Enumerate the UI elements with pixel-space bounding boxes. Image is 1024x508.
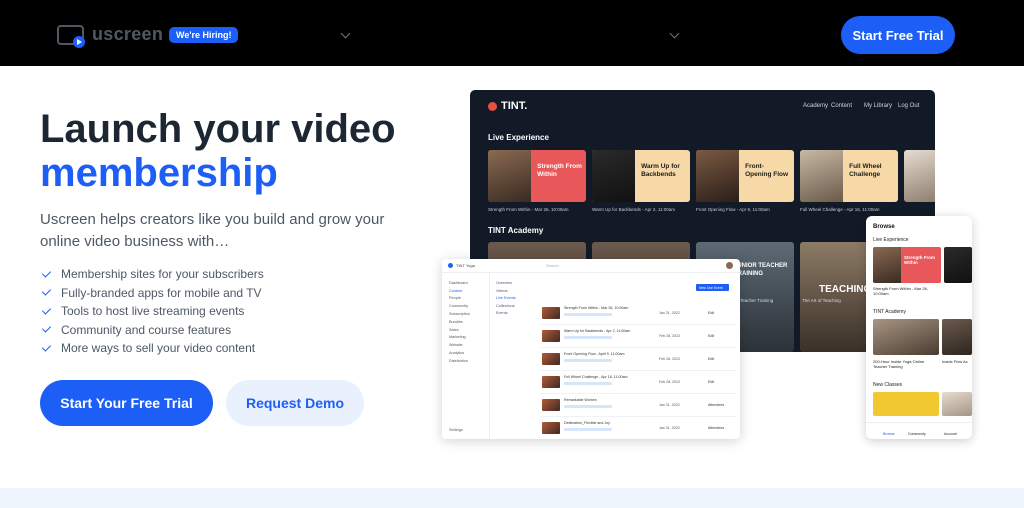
table-row: Remarkable Women Jan 31, 2022 Attendees [540, 394, 736, 417]
subnav-item: Overview [496, 281, 512, 285]
start-free-trial-button[interactable]: Start Free Trial [841, 16, 955, 54]
sidebar-item: Community [449, 304, 469, 309]
phone-new-class-card [942, 392, 972, 416]
table-row: Strength From Within - Mar 26, 10:00am Ja… [540, 302, 736, 325]
phone-browse-heading: Browse [873, 224, 895, 230]
sidebar-item: Analytics [449, 351, 465, 356]
admin-sidebar: Dashboard Content People Community Subsc… [442, 273, 490, 439]
hero-subtitle: Uscreen helps creators like you build an… [40, 211, 385, 250]
tint-logo-icon [488, 101, 497, 111]
phone-tabbar: Browse Community Account [866, 422, 972, 439]
phone-live-card [944, 247, 972, 283]
phone-tab: Browse [883, 432, 895, 436]
admin-topbar: TINT Yoga Search [442, 259, 740, 273]
check-icon [41, 323, 52, 333]
next-section-band [0, 488, 1024, 508]
table-row: Full Wheel Challenge - Apr 16, 11:00am Fe… [540, 371, 736, 394]
mock-nav-logout: Log Out [898, 103, 920, 109]
sidebar-item: Marketing [449, 335, 466, 340]
live-card-caption: Strength From Within - Mar 26, 10:00am [488, 207, 569, 212]
phone-new-class-card [873, 392, 939, 416]
phone-academy-card [942, 319, 972, 355]
phone-live-card: Strength From Within [873, 247, 941, 283]
subnav-item: Live Events [496, 296, 516, 301]
subnav-item: Videos [496, 288, 508, 293]
check-icon [41, 268, 52, 278]
logo-icon [57, 24, 85, 48]
admin-subnav: Overview Videos Live Events Collections … [496, 281, 516, 319]
live-card-caption: Warm Up for Backbends - Apr 2, 11:00am [592, 207, 676, 212]
phone-tab: Community [908, 432, 926, 436]
check-icon [41, 342, 52, 352]
live-experience-heading: Live Experience [488, 133, 549, 142]
brand-name: uscreen [92, 24, 164, 44]
live-card [904, 150, 935, 202]
phone-academy-card [873, 319, 939, 355]
new-live-event-button: New Live Event [696, 284, 729, 291]
live-card-caption: Full Wheel Challenge - Apr 16, 11:00am [800, 207, 880, 212]
tint-logo: TINT. [488, 100, 527, 112]
feature-item: Tools to host live streaming events [40, 302, 264, 321]
check-icon [41, 305, 52, 315]
junior-teacher-overlay: JUNIOR TEACHER TRAINING [734, 263, 788, 277]
mock-nav-library: My Library [864, 103, 893, 109]
chevron-down-icon[interactable] [340, 28, 351, 39]
admin-logo-icon [448, 263, 453, 268]
feature-item: Community and course features [40, 321, 264, 340]
sidebar-item: Sales [449, 327, 459, 332]
top-nav: uscreen We're Hiring! Start Free Trial [0, 0, 1024, 66]
sidebar-item: Distribution [449, 358, 468, 363]
academy-heading: TINT Academy [488, 226, 544, 235]
teaching-overlay: TEACHING [819, 284, 872, 295]
sidebar-item: Subscription [449, 312, 470, 317]
feature-list: Membership sites for your subscribers Fu… [40, 265, 264, 358]
mock-nav-content: Content [831, 103, 853, 109]
feature-item: Fully-branded apps for mobile and TV [40, 284, 264, 303]
mock-nav-academy: Academy [803, 103, 829, 109]
academy-caption: The Art of Teaching [802, 298, 841, 303]
hero-title-highlight: membership [40, 151, 278, 195]
phone-academy-caption: Inside Flow Ac [942, 359, 968, 364]
subnav-item: Events [496, 311, 508, 316]
feature-item: Membership sites for your subscribers [40, 265, 264, 284]
live-card: Strength From Within [488, 150, 586, 202]
request-demo-button[interactable]: Request Demo [226, 380, 364, 426]
sidebar-item: People [449, 296, 461, 301]
admin-dashboard-screenshot: TINT Yoga Search Dashboard Content Peopl… [442, 259, 740, 439]
phone-new-classes-heading: New Classes [873, 382, 903, 388]
admin-brand: TINT Yoga [456, 263, 475, 268]
live-card-caption: Front Opening Flow - Apr 9, 11:00am [696, 207, 770, 212]
table-row: Warm Up for Backbends - Apr 2, 11:00am Fe… [540, 325, 736, 348]
sidebar-item: Website [449, 343, 463, 348]
live-card: Warm Up for Backbends [592, 150, 690, 202]
phone-tab: Account [944, 432, 957, 436]
table-row: Front Opening Flow - April 9, 11:00am Feb… [540, 348, 736, 371]
phone-live-heading: Live Experience [873, 237, 909, 243]
sidebar-item: Bundles [449, 319, 463, 324]
live-card: Front-Opening Flow [696, 150, 794, 202]
hero-title: Launch your video [40, 107, 396, 151]
subnav-item: Collections [496, 303, 515, 308]
admin-table: Strength From Within - Mar 26, 10:00am Ja… [540, 302, 736, 439]
chevron-down-icon[interactable] [669, 28, 680, 39]
phone-academy-caption: 200-Hour Inside Yoga Online Teacher Trai… [873, 359, 925, 369]
mobile-app-screenshot: Browse Live Experience Strength From Wit… [866, 216, 972, 439]
admin-search: Search [546, 263, 559, 268]
sidebar-item: Content [449, 288, 463, 293]
sidebar-item: Dashboard [449, 280, 468, 285]
feature-item: More ways to sell your video content [40, 339, 264, 358]
avatar [726, 262, 733, 269]
start-your-free-trial-button[interactable]: Start Your Free Trial [40, 380, 213, 426]
uscreen-logo[interactable]: uscreen [57, 24, 164, 48]
sidebar-settings: Settings [449, 427, 463, 432]
phone-live-caption: Strength From Within - Mar 26, 10:00am [873, 286, 928, 296]
academy-caption: Teacher Training [740, 298, 774, 303]
table-row: Destination_Flexible and Joy Jan 31, 2022… [540, 417, 736, 439]
check-icon [41, 286, 52, 296]
phone-academy-heading: TINT Academy [873, 309, 906, 315]
hiring-badge[interactable]: We're Hiring! [169, 27, 239, 43]
live-card: Full Wheel Challenge [800, 150, 898, 202]
